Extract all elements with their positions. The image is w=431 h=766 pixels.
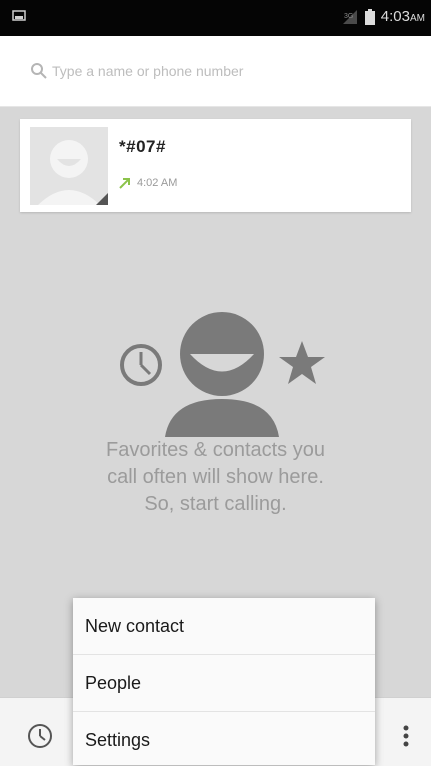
search-input[interactable] [52,60,352,82]
menu-item-new-contact[interactable]: New contact [73,598,375,655]
search-bar [0,36,431,107]
overflow-menu: New contact People Settings [73,598,375,765]
call-time: 4:02 AM [137,177,178,189]
menu-item-label: People [85,673,142,693]
person-placeholder-icon[interactable] [30,127,108,205]
screenshot-notification-icon [12,10,26,21]
status-clock: 4:03AM [380,8,425,25]
clock-icon[interactable] [26,722,54,750]
battery-icon [364,8,375,25]
call-meta: 4:02 AM [119,177,177,189]
more-vert-icon[interactable] [396,722,416,750]
empty-state-message: Favorites & contacts you call often will… [106,439,325,515]
search-icon[interactable] [30,62,48,80]
menu-item-settings[interactable]: Settings [73,712,375,765]
person-illustration-icon [165,312,279,437]
call-number: *#07# [119,137,166,156]
favorites-illustration-icon [120,312,325,437]
menu-item-label: Settings [85,730,151,750]
star-illustration-icon [279,341,325,384]
signal-icon: 3G [342,9,357,24]
recent-call-card[interactable]: *#07# 4:02 AM [20,119,411,212]
clock-illustration-icon [120,344,162,386]
menu-item-label: New contact [85,616,185,636]
status-bar: 3G 4:03AM [0,0,431,36]
menu-item-people[interactable]: People [73,655,375,712]
outgoing-call-arrow-icon [119,178,130,189]
svg-text:3G: 3G [344,13,353,20]
